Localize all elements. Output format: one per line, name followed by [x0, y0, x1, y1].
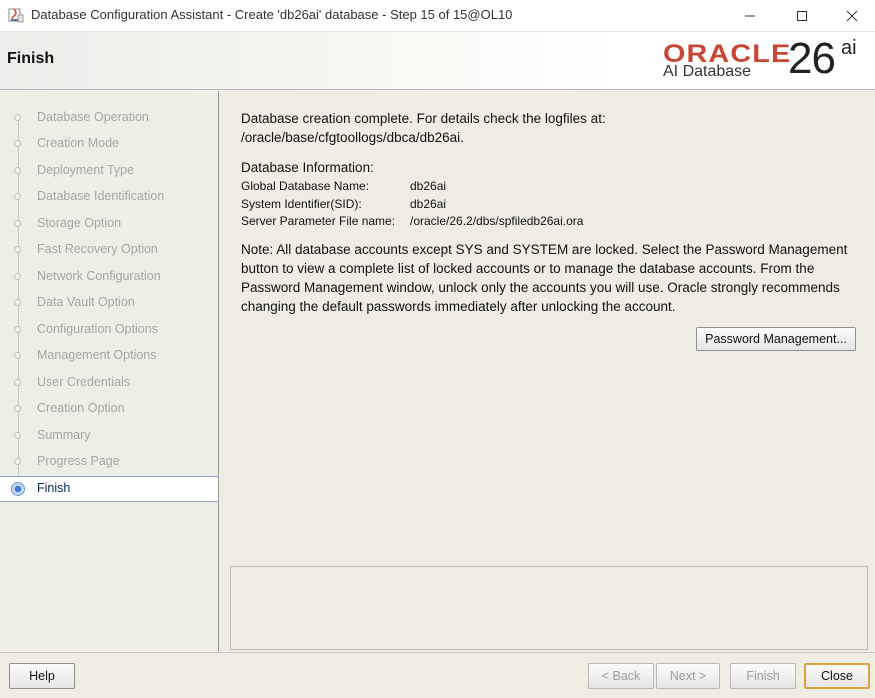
step-dot-icon	[14, 273, 21, 280]
window-title-bar: Database Configuration Assistant - Creat…	[0, 0, 875, 32]
step-storage-option: Storage Option	[0, 212, 218, 237]
info-value-global-name: db26ai	[410, 179, 447, 193]
step-creation-mode: Creation Mode	[0, 132, 218, 157]
finish-button[interactable]: Finish	[730, 663, 796, 689]
java-app-icon	[8, 8, 24, 23]
close-icon	[846, 10, 858, 21]
step-dot-icon	[14, 379, 21, 386]
info-value-sid: db26ai	[410, 197, 447, 211]
info-label-global-name: Global Database Name:	[241, 179, 370, 193]
info-label-sid: System Identifier(SID):	[241, 197, 362, 211]
back-label: < Back	[601, 669, 641, 683]
step-dot-icon	[14, 458, 21, 465]
next-button[interactable]: Next >	[656, 663, 720, 689]
info-value-spfile: /oracle/26.2/dbs/spfiledb26ai.ora	[410, 214, 584, 228]
step-database-identification: Database Identification	[0, 185, 218, 210]
minimize-button[interactable]	[727, 0, 773, 31]
info-label-spfile: Server Parameter File name:	[241, 214, 396, 228]
wizard-footer: Help < Back Next > Finish Close	[0, 652, 875, 698]
note-line: button to view a complete list of locked…	[241, 261, 815, 276]
logo-version: 26	[788, 34, 836, 83]
step-dot-icon	[14, 220, 21, 227]
step-dot-icon	[14, 140, 21, 147]
database-info-heading: Database Information:	[241, 160, 374, 175]
finish-panel: Database creation complete. For details …	[219, 91, 875, 651]
step-dot-icon	[14, 114, 21, 121]
step-network-configuration: Network Configuration	[0, 265, 218, 290]
note-line: Password Management window, unlock only …	[241, 280, 840, 295]
step-dot-icon	[14, 352, 21, 359]
step-finish[interactable]: Finish	[0, 476, 218, 502]
help-button[interactable]: Help	[9, 663, 75, 689]
window-title: Database Configuration Assistant - Creat…	[31, 7, 513, 22]
step-dot-icon	[14, 432, 21, 439]
completion-message: Database creation complete. For details …	[241, 111, 606, 126]
note-line: changing the default passwords immediate…	[241, 299, 676, 314]
close-button[interactable]: Close	[804, 663, 870, 689]
message-area	[230, 566, 868, 650]
step-dot-icon	[14, 193, 21, 200]
logo-version-suffix: ai	[841, 37, 857, 59]
note-line: Note: All database accounts except SYS a…	[241, 242, 848, 257]
step-data-vault-option: Data Vault Option	[0, 291, 218, 316]
close-label: Close	[821, 669, 853, 683]
step-dot-icon	[14, 299, 21, 306]
help-label: Help	[29, 669, 55, 683]
step-deployment-type: Deployment Type	[0, 159, 218, 184]
next-label: Next >	[669, 669, 707, 683]
step-dot-icon	[14, 246, 21, 253]
step-database-operation: Database Operation	[0, 106, 218, 131]
step-dot-icon	[14, 326, 21, 333]
close-window-button[interactable]	[829, 0, 875, 31]
password-management-button[interactable]: Password Management...	[696, 327, 856, 351]
step-progress-page: Progress Page	[0, 450, 218, 475]
finish-label: Finish	[746, 669, 780, 683]
step-management-options: Management Options	[0, 344, 218, 369]
step-user-credentials: User Credentials	[0, 371, 218, 396]
step-dot-icon	[14, 167, 21, 174]
step-configuration-options: Configuration Options	[0, 318, 218, 343]
maximize-button[interactable]	[779, 0, 825, 31]
step-dot-icon	[14, 405, 21, 412]
wizard-header: Finish ORACLE AI Database 26 ai	[0, 32, 875, 90]
back-button[interactable]: < Back	[588, 663, 654, 689]
step-fast-recovery-option: Fast Recovery Option	[0, 238, 218, 263]
page-title: Finish	[7, 50, 55, 67]
minimize-icon	[745, 15, 755, 16]
maximize-icon	[797, 10, 807, 21]
step-navigation: Database Operation Creation Mode Deploym…	[0, 91, 219, 651]
logfile-path: /oracle/base/cfgtoollogs/dbca/db26ai.	[241, 130, 464, 145]
step-creation-option: Creation Option	[0, 397, 218, 422]
current-step-icon	[11, 482, 25, 496]
step-summary: Summary	[0, 424, 218, 449]
password-management-label: Password Management...	[705, 332, 847, 346]
logo-subtitle: AI Database	[663, 63, 752, 80]
